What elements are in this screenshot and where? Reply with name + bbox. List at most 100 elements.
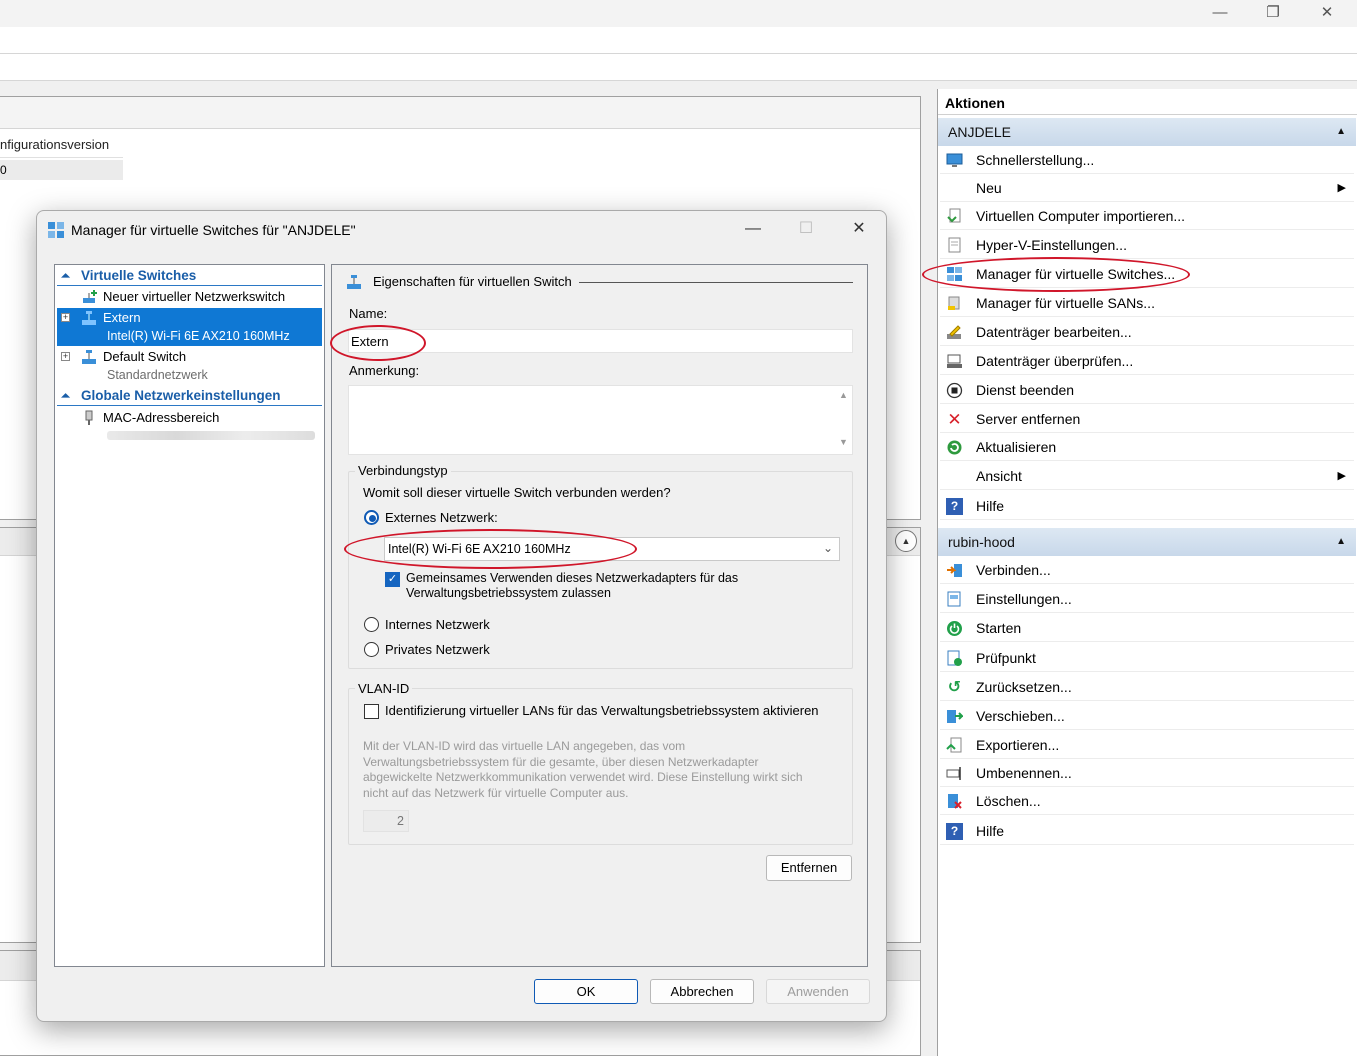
cancel-button[interactable]: Abbrechen	[650, 979, 754, 1004]
submenu-arrow-icon: ▶	[1337, 182, 1346, 194]
chevron-down-icon[interactable]: ⌄	[823, 541, 833, 555]
red-x-icon: ✕	[947, 410, 962, 429]
tree-item-default-network: Standardnetzwerk	[107, 368, 208, 382]
blurred-mac-range	[107, 431, 315, 440]
import-icon	[946, 208, 963, 225]
collapse-up-icon[interactable]: ▲	[895, 530, 917, 552]
vlan-title: VLAN-ID	[355, 681, 413, 696]
scrollbar[interactable]: ▲ ▼	[835, 386, 852, 454]
action-rename[interactable]: Umbenennen...	[940, 759, 1354, 787]
tree-item-extern[interactable]: + Extern	[57, 308, 322, 328]
properties-heading: Eigenschaften für virtuellen Switch	[373, 274, 572, 289]
highlight-ellipse	[344, 529, 637, 569]
inspect-disk-icon	[946, 353, 963, 370]
internal-network-radio[interactable]	[364, 617, 379, 632]
virtual-switch-manager-dialog: Manager für virtuelle Switches für "ANJD…	[36, 210, 887, 1022]
restore-button[interactable]: ❐	[1258, 2, 1288, 24]
vlan-checkbox-label: Identifizierung virtueller LANs für das …	[385, 703, 819, 718]
note-textarea[interactable]: ▲ ▼	[348, 385, 853, 455]
highlight-ellipse	[330, 325, 426, 361]
group-label: rubin-hood	[948, 534, 1015, 550]
action-connect[interactable]: Verbinden...	[940, 556, 1354, 584]
apply-button[interactable]: Anwenden	[766, 979, 870, 1004]
action-help[interactable]: ? Hilfe	[940, 492, 1354, 520]
column-cell: 0	[0, 160, 123, 180]
external-network-label: Externes Netzwerk:	[385, 510, 498, 525]
action-inspect-disk[interactable]: Datenträger überprüfen...	[940, 347, 1354, 375]
pane-header	[0, 97, 920, 129]
collapse-triangle-icon[interactable]: ▲	[1336, 528, 1346, 556]
tree-item-mac-range[interactable]: MAC-Adressbereich	[57, 408, 322, 428]
collapse-chevron-icon[interactable]: ⏶	[61, 386, 70, 406]
group-label: ANJDELE	[948, 124, 1012, 140]
actions-pane: Aktionen ANJDELE ▲ Schnellerstellung... …	[937, 89, 1357, 1056]
refresh-icon	[946, 439, 963, 456]
network-plug-icon	[81, 410, 97, 426]
private-network-radio[interactable]	[364, 642, 379, 657]
close-button[interactable]: ✕	[1312, 2, 1342, 24]
group-header-anjdele[interactable]: ANJDELE ▲	[938, 118, 1356, 146]
action-settings[interactable]: Einstellungen...	[940, 585, 1354, 613]
dialog-minimize-button[interactable]: —	[735, 215, 771, 243]
remove-button[interactable]: Entfernen	[766, 855, 852, 881]
network-switch-icon	[346, 274, 362, 290]
submenu-arrow-icon: ▶	[1337, 470, 1346, 482]
connect-icon	[946, 562, 963, 579]
collapse-triangle-icon[interactable]: ▲	[1336, 118, 1346, 146]
collapse-chevron-icon[interactable]: ⏶	[61, 266, 70, 286]
toolbar	[0, 54, 1357, 81]
action-edit-disk[interactable]: Datenträger bearbeiten...	[940, 318, 1354, 346]
action-view[interactable]: Ansicht ▶	[940, 462, 1354, 490]
note-label: Anmerkung:	[349, 363, 420, 378]
expand-icon[interactable]: +	[61, 352, 70, 361]
actions-title: Aktionen	[938, 91, 1357, 115]
tree-item-new-switch[interactable]: Neuer virtueller Netzwerkswitch	[57, 287, 322, 307]
dialog-maximize-button[interactable]: ☐	[788, 215, 824, 243]
connection-type-group	[348, 471, 853, 669]
power-icon	[946, 620, 963, 637]
ok-button[interactable]: OK	[534, 979, 638, 1004]
revert-icon: ↺	[947, 679, 962, 696]
dialog-close-button[interactable]: ✕	[841, 215, 877, 243]
action-start[interactable]: Starten	[940, 614, 1354, 642]
internal-network-label: Internes Netzwerk	[385, 617, 490, 632]
action-new[interactable]: Neu ▶	[940, 174, 1354, 202]
scroll-down-icon[interactable]: ▼	[839, 437, 848, 447]
minimize-button[interactable]: —	[1205, 2, 1235, 24]
action-import-vm[interactable]: Virtuellen Computer importieren...	[940, 202, 1354, 230]
heading-rule	[579, 282, 853, 283]
section-virtual-switches[interactable]: ⏶ Virtuelle Switches	[57, 266, 322, 286]
action-refresh[interactable]: Aktualisieren	[940, 433, 1354, 461]
action-help-vm[interactable]: ? Hilfe	[940, 817, 1354, 845]
name-label: Name:	[349, 306, 388, 321]
action-export[interactable]: Exportieren...	[940, 731, 1354, 759]
action-stop-service[interactable]: Dienst beenden	[940, 376, 1354, 404]
config-version-column[interactable]: nfigurationsversion 0	[0, 132, 123, 180]
tree-item-default-switch[interactable]: + Default Switch	[57, 347, 322, 367]
action-hyperv-settings[interactable]: Hyper-V-Einstellungen...	[940, 231, 1354, 259]
action-move[interactable]: Verschieben...	[940, 702, 1354, 730]
settings-document-icon	[946, 237, 963, 254]
san-icon	[946, 295, 963, 312]
connection-question: Womit soll dieser virtuelle Switch verbu…	[363, 485, 671, 500]
external-network-radio[interactable]	[364, 510, 379, 525]
action-quick-create[interactable]: Schnellerstellung...	[940, 146, 1354, 174]
move-icon	[946, 708, 965, 725]
group-header-rubin-hood[interactable]: rubin-hood ▲	[938, 528, 1356, 556]
expand-icon[interactable]: +	[61, 313, 70, 322]
action-remove-server[interactable]: ✕ Server entfernen	[940, 405, 1354, 433]
edit-disk-icon	[946, 324, 963, 341]
vlan-checkbox[interactable]	[364, 704, 379, 719]
scroll-up-icon[interactable]: ▲	[839, 390, 848, 400]
help-icon: ?	[946, 823, 963, 840]
export-icon	[946, 737, 963, 754]
action-checkpoint[interactable]: Prüfpunkt	[940, 644, 1354, 672]
column-header[interactable]: nfigurationsversion	[0, 132, 123, 158]
share-adapter-checkbox[interactable]: ✓	[385, 572, 400, 587]
action-revert[interactable]: ↺ Zurücksetzen...	[940, 673, 1354, 701]
vlan-id-input[interactable]: 2	[363, 810, 409, 832]
stop-icon	[946, 382, 963, 399]
action-delete[interactable]: Löschen...	[940, 787, 1354, 815]
section-global-network[interactable]: ⏶ Globale Netzwerkeinstellungen	[57, 386, 322, 406]
action-virtual-san-manager[interactable]: Manager für virtuelle SANs...	[940, 289, 1354, 317]
